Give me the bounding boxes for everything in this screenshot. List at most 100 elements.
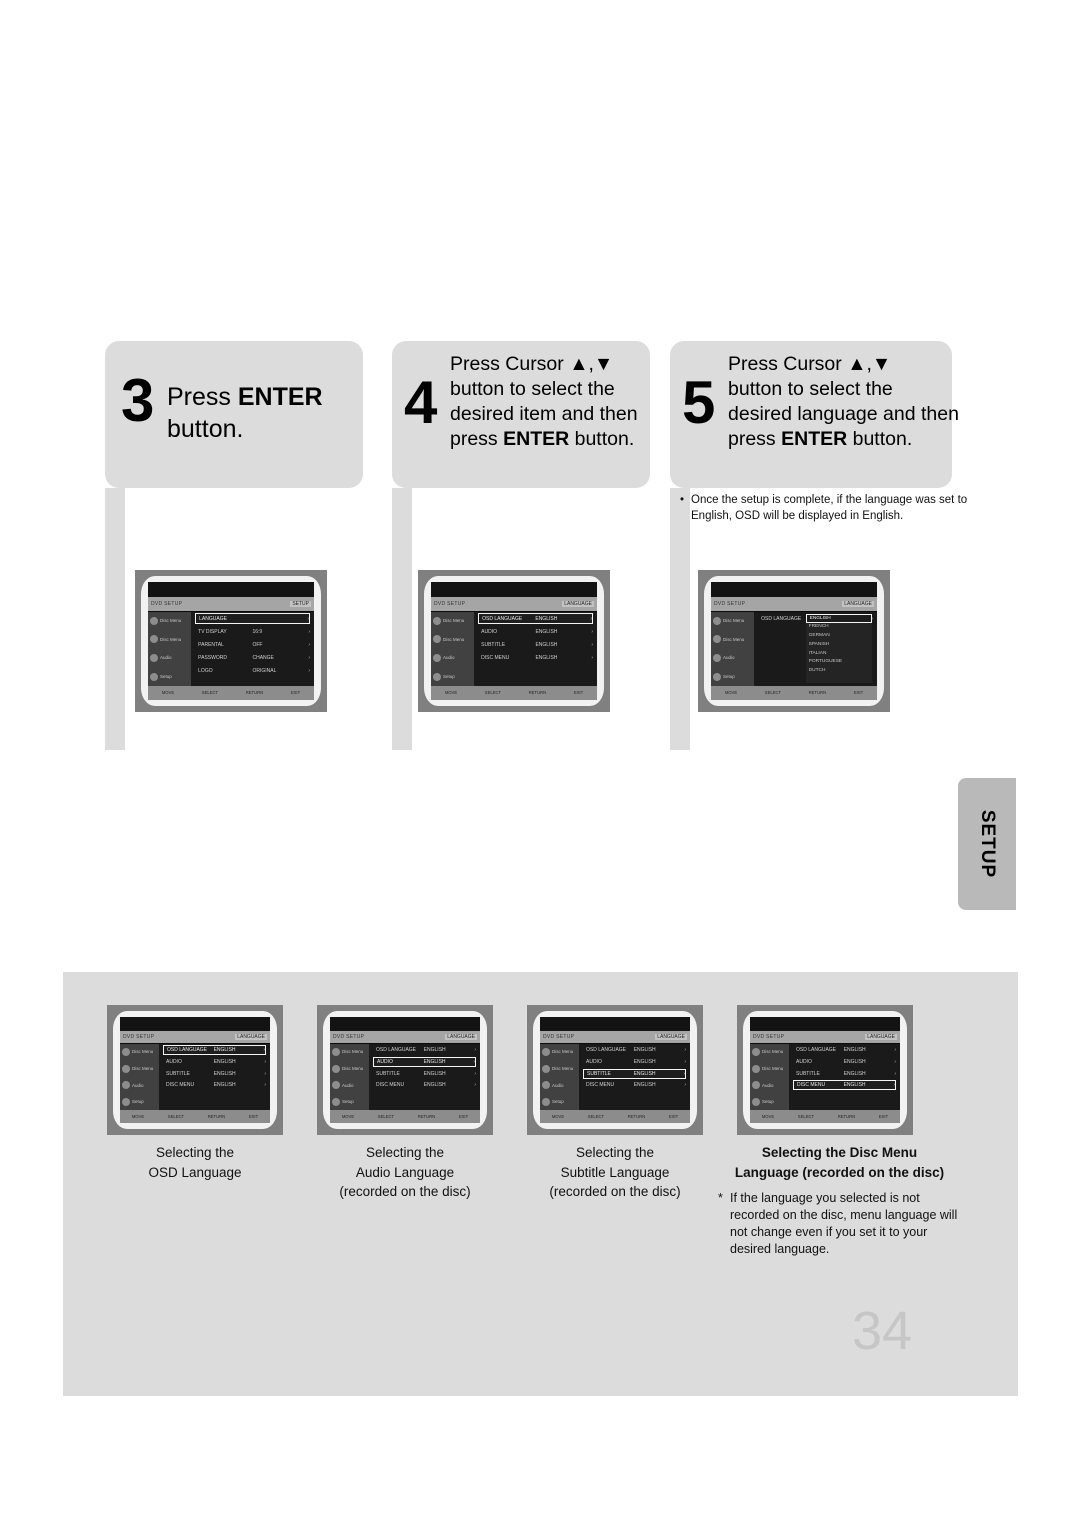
osd-row[interactable]: DISC MENU ENGLISH › [163,1080,266,1090]
osd-row[interactable]: SUBTITLE ENGLISH › [793,1069,896,1079]
osd-row[interactable]: DISC MENU ENGLISH › [373,1080,476,1090]
osd-side-item-label: Disc Menu [160,618,182,624]
osd-side-item[interactable]: Audio [540,1077,579,1094]
osd-language-dropdown[interactable]: ENGLISH FRENCH GERMAN SPANISH ITALIAN PORTUGU… [805,613,873,684]
caption-audio-language-line-0: Selecting the [365,1145,445,1160]
osd-row-key: DISC MENU [586,1082,615,1089]
osd-row[interactable]: PARENTAL OFF › [195,639,310,650]
step-5-line-0: Press Cursor ▲,▼ [728,352,959,377]
osd-row-key: DISC MENU [166,1082,195,1089]
osd-row[interactable]: PASSWORD CHANGE › [195,652,310,663]
osd-side-item[interactable]: Setup [148,667,191,686]
osd-row[interactable]: SUBTITLE ENGLISH › [373,1069,476,1079]
osd-side-nav: Disc Menu Disc Menu Audio Setup [711,611,755,686]
osd-row-selected[interactable]: DISC MENU ENGLISH › [793,1080,896,1091]
osd-row[interactable]: SUBTITLE ENGLISH › [478,639,593,650]
osd-row-value: ENGLISH [423,1070,446,1077]
osd-side-item[interactable]: Disc Menu [330,1044,369,1061]
osd-dropdown-item[interactable]: DUTCH [806,666,872,675]
step-3-line-1-seg-0: button. [167,415,244,443]
osd-side-item[interactable]: Disc Menu [540,1060,579,1077]
osd-side-item[interactable]: Audio [120,1077,159,1094]
osd-side-item[interactable]: Disc Menu [148,612,191,631]
osd-row-selected[interactable]: OSD LANGUAGE ENGLISH › [478,613,593,625]
osd-top-bar [431,582,597,598]
osd-side-nav: Disc Menu Disc Menu Audio Setup [148,611,192,686]
osd-side-item[interactable]: Audio [711,649,754,668]
osd-dropdown-item[interactable]: PORTUGUESE [806,657,872,666]
osd-row-value: ENGLISH [633,1047,656,1054]
osd-row[interactable]: AUDIO ENGLISH › [163,1057,266,1067]
step-5-line-3-seg-2: button. [847,427,913,450]
chevron-right-icon: › [591,654,593,661]
tv-screen: DVD SETUP LANGUAGE Disc Menu Disc Menu Audio… [431,582,597,700]
asterisk-icon: * [718,1191,723,1205]
osd-row[interactable]: OSD LANGUAGE ENGLISH › [373,1045,476,1055]
osd-side-item-label: Setup [160,674,172,680]
osd-row-selected[interactable]: LANGUAGE › [195,613,310,625]
osd-row[interactable]: SUBTITLE ENGLISH › [163,1069,266,1079]
osd-row-selected[interactable]: AUDIO ENGLISH › [373,1056,476,1067]
osd-row[interactable]: DISC MENU ENGLISH › [583,1080,686,1090]
osd-side-item[interactable]: Setup [540,1094,579,1111]
osd-side-item[interactable]: Disc Menu [120,1044,159,1061]
osd-bottom-bar-hint: EXIT [248,1114,259,1120]
osd-dropdown-item[interactable]: FRENCH [806,623,872,632]
osd-side-item[interactable]: Disc Menu [330,1060,369,1077]
osd-side-item-icon [542,1047,550,1056]
step-3-line-0-seg-1: ENTER [237,383,323,411]
osd-row[interactable]: LOGO ORIGINAL › [195,665,310,676]
step-4-line-2-seg-0: desired item and then [450,402,638,425]
setup-side-tab: SETUP [958,778,1016,910]
chevron-right-icon: › [264,1070,266,1077]
osd-side-item[interactable]: Audio [148,649,191,668]
osd-dropdown-item-selected[interactable]: ENGLISH [805,613,873,623]
osd-row[interactable]: DISC MENU ENGLISH › [478,652,593,663]
osd-row-value: 16:9 [252,628,263,635]
chevron-right-icon: › [308,641,310,648]
osd-row[interactable]: OSD LANGUAGE ENGLISH › [583,1045,686,1055]
osd-side-item[interactable]: Disc Menu [148,630,191,649]
osd-side-item[interactable]: Disc Menu [120,1060,159,1077]
osd-row[interactable]: AUDIO ENGLISH › [583,1057,686,1067]
osd-row[interactable]: TV DISPLAY 16:9 › [195,626,310,637]
osd-title-right: LANGUAGE [445,1034,477,1041]
osd-bottom-bar-hint: RETURN [808,690,827,696]
osd-side-item[interactable]: Audio [750,1077,789,1094]
osd-side-item[interactable]: Setup [330,1094,369,1111]
step-5-note-text: Once the setup is complete, if the langu… [691,494,968,523]
osd-side-item[interactable]: Setup [120,1094,159,1111]
osd-side-item[interactable]: Disc Menu [431,612,474,631]
osd-side-item-label: Setup [342,1099,354,1105]
osd-title-bar: DVD SETUP LANGUAGE [431,597,597,612]
osd-row[interactable]: OSD LANGUAGE ENGLISH › [793,1045,896,1055]
osd-side-item[interactable]: Disc Menu [540,1044,579,1061]
chevron-right-icon: › [684,1082,686,1089]
osd-row-selected[interactable]: SUBTITLE ENGLISH › [583,1068,686,1079]
osd-top-bar [330,1017,480,1031]
osd-side-nav: Disc Menu Disc Menu Audio Setup [540,1043,579,1111]
osd-title-right: LANGUAGE [235,1034,267,1041]
caption-osd-language-line-1: OSD Language [148,1164,242,1180]
osd-row[interactable]: AUDIO ENGLISH › [478,626,593,637]
osd-side-item[interactable]: Disc Menu [750,1044,789,1061]
osd-side-item[interactable]: Audio [431,649,474,668]
osd-dropdown-item[interactable]: ITALIAN [806,649,872,658]
tv-bezel: DVD SETUP LANGUAGE Disc Menu Disc Menu Audio… [743,1011,907,1129]
osd-side-item[interactable]: Audio [330,1077,369,1094]
osd-side-item[interactable]: Disc Menu [711,630,754,649]
osd-row[interactable]: AUDIO ENGLISH › [793,1057,896,1067]
osd-side-item[interactable]: Disc Menu [750,1060,789,1077]
osd-bottom-bar-hint: SELECT [587,1114,605,1120]
osd-row-selected[interactable]: OSD LANGUAGE ENGLISH › [163,1045,266,1056]
osd-side-item[interactable]: Disc Menu [431,630,474,649]
osd-dropdown-item[interactable]: GERMAN [806,631,872,640]
osd-side-item[interactable]: Setup [711,667,754,686]
osd-side-item[interactable]: Disc Menu [711,612,754,631]
osd-row-value: ENGLISH [423,1082,446,1089]
osd-row-key: SUBTITLE [481,641,506,648]
osd-side-item[interactable]: Setup [750,1094,789,1111]
osd-side-item[interactable]: Setup [431,667,474,686]
osd-dropdown-item[interactable]: SPANISH [806,640,872,649]
chevron-right-icon: › [474,1047,476,1054]
